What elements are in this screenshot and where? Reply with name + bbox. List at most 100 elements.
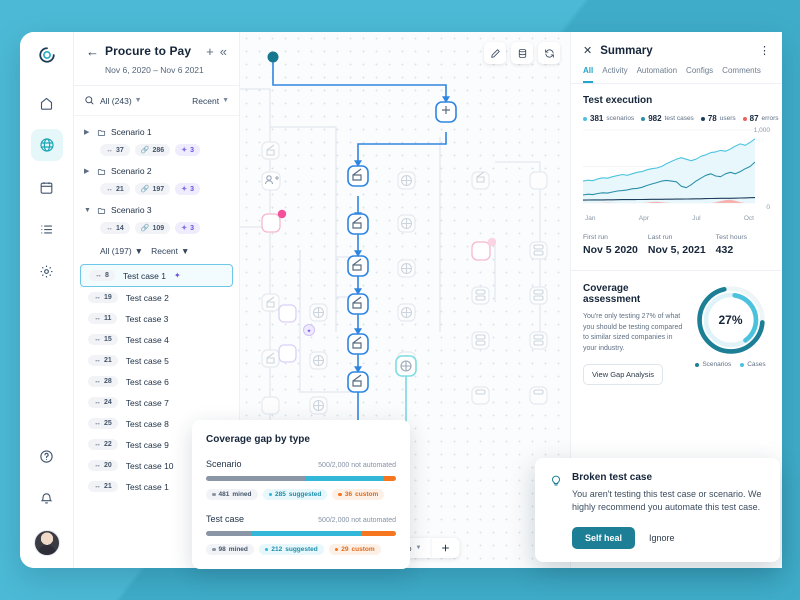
stat-last-run: Last run Nov 5, 2021 (648, 234, 706, 256)
gap-chip-label: mined (232, 491, 252, 498)
testcase-count: 19 (104, 294, 112, 301)
gap-chip-label: suggested (288, 491, 322, 498)
testcase-label: Test case 1 (123, 270, 166, 281)
view-gap-analysis-button[interactable]: View Gap Analysis (583, 364, 663, 385)
donut-center-label: 27% (718, 313, 743, 327)
self-heal-button[interactable]: Self heal (572, 526, 636, 549)
subfilter-sort-label: Recent (151, 246, 179, 256)
canvas-data-button[interactable] (511, 42, 533, 64)
close-icon[interactable]: ✕ (583, 44, 592, 57)
donut-legend: Scenarios Cases (695, 361, 766, 368)
steps-icon: ↔ (94, 294, 101, 301)
list-item[interactable]: ↔ 28 Test case 6 (74, 371, 239, 392)
chip-steps: ↔ 14 (100, 222, 130, 234)
canvas-refresh-button[interactable] (538, 42, 560, 64)
testcase-count: 21 (104, 357, 112, 364)
ignore-button[interactable]: Ignore (649, 533, 675, 543)
tab-configs[interactable]: Configs (686, 66, 713, 83)
canvas-edit-button[interactable] (484, 42, 506, 64)
sidebar-item-list[interactable] (31, 213, 63, 245)
testcase-count-badge: ↔ 15 (88, 334, 118, 345)
list-item[interactable]: ↔ 8 Test case 1 ✦ (80, 264, 233, 287)
tree-item-scenario-2[interactable]: ▶ Scenario 2 (74, 163, 239, 179)
tab-comments[interactable]: Comments (722, 66, 761, 83)
chevron-down-icon: ▼ (84, 206, 91, 214)
tab-activity[interactable]: Activity (602, 66, 627, 83)
sidebar-item-home[interactable] (31, 87, 63, 119)
legend-value: 78 (707, 114, 717, 123)
chart-legend: 381 scenarios 982 test cases 78 users 87… (583, 114, 779, 123)
arrow-left-icon[interactable]: ← (86, 45, 99, 58)
plus-icon[interactable]: + (206, 45, 214, 58)
search-icon[interactable] (84, 95, 95, 106)
gap-chip-suggested: 285 suggested (262, 489, 328, 500)
tree-item-scenario-1[interactable]: ▶ Scenario 1 (74, 124, 239, 140)
toast-title: Broken test case (572, 472, 653, 483)
gap-chip-mined: 481 mined (206, 489, 258, 500)
avatar[interactable] (33, 530, 60, 556)
list-item[interactable]: ↔ 24 Test case 7 (74, 392, 239, 413)
coverage-heading: Coverage assessment (583, 283, 641, 305)
tab-automation[interactable]: Automation (637, 66, 677, 83)
zoom-in-button[interactable] (431, 538, 459, 558)
steps-icon: ↔ (94, 420, 101, 427)
section-heading: Test execution (583, 95, 653, 106)
steps-icon: ↔ (95, 272, 103, 279)
steps-icon: ↔ (106, 146, 113, 154)
gap-chip-value: 29 (341, 546, 349, 553)
list-item[interactable]: ↔ 19 Test case 2 (74, 287, 239, 308)
chevron-down-icon: ▼ (222, 97, 229, 104)
scenario-2-chips: ↔ 21 🔗 197 ✦ 3 (74, 179, 239, 202)
home-icon (40, 97, 53, 110)
spark-icon: ✦ (181, 225, 188, 232)
flow-start-node (267, 51, 279, 63)
steps-icon: ↔ (94, 399, 101, 406)
notifications-button[interactable] (31, 482, 63, 514)
sidebar-item-explore[interactable] (30, 129, 63, 161)
legend-value: 982 (648, 114, 662, 123)
testcase-count: 11 (104, 315, 112, 322)
testcase-label: Test case 9 (125, 439, 169, 450)
canvas-toolbar (484, 42, 560, 64)
filter-all[interactable]: All (243) ▼ (100, 96, 142, 106)
steps-icon: ↔ (94, 315, 101, 322)
coverage-description: You're only testing 27% of what you shou… (583, 313, 683, 352)
gear-icon (40, 265, 53, 277)
list-item[interactable]: ↔ 21 Test case 5 (74, 350, 239, 371)
filter-all-label: All (243) (100, 95, 132, 106)
testcase-label: Test case 2 (125, 292, 169, 303)
list-item[interactable]: ↔ 11 Test case 3 (74, 308, 239, 329)
chevron-down-icon: ▼ (134, 97, 142, 104)
testcase-count-badge: ↔ 22 (88, 439, 118, 450)
subfilter-sort[interactable]: Recent ▼ (151, 246, 189, 256)
tab-all[interactable]: All (583, 66, 594, 83)
chevrons-left-icon[interactable]: « (220, 45, 227, 58)
broken-test-case-toast: Broken test case You aren't testing this… (535, 458, 780, 562)
stat-first-run: First run Nov 5 2020 (583, 234, 638, 256)
gap-bar (206, 531, 396, 536)
chip-value: 197 (152, 185, 165, 193)
chip-value: 37 (116, 146, 124, 154)
help-button[interactable] (31, 440, 63, 472)
steps-icon: ↔ (106, 185, 113, 193)
list-icon (41, 225, 53, 233)
legend-item-errors: 87 errors (742, 114, 779, 123)
sidebar-item-settings[interactable] (31, 255, 63, 287)
tree-item-label: Scenario 2 (111, 166, 152, 176)
filter-sort[interactable]: Recent ▼ (192, 96, 229, 106)
sidebar-item-calendar[interactable] (31, 171, 63, 203)
steps-icon: ↔ (94, 483, 101, 490)
toast-actions: Self heal Ignore (572, 526, 766, 549)
bar-segment-mined (206, 476, 305, 481)
gap-bar (206, 476, 396, 481)
coverage-gap-title: Coverage gap by type (206, 434, 310, 445)
subfilter-all[interactable]: All (197) ▼ (100, 246, 143, 256)
coverage-assessment-section: Coverage assessment You're only testing … (571, 271, 782, 385)
gap-row-name: Scenario (206, 459, 242, 469)
bar-segment-suggested (251, 531, 362, 536)
tree-item-scenario-3[interactable]: ▼ Scenario 3 (74, 202, 239, 218)
toast-content: Broken test case You aren't testing this… (572, 472, 766, 549)
more-vertical-icon[interactable]: ⋮ (759, 44, 770, 57)
testcase-label: Test case 1 (125, 481, 169, 492)
list-item[interactable]: ↔ 15 Test case 4 (74, 329, 239, 350)
